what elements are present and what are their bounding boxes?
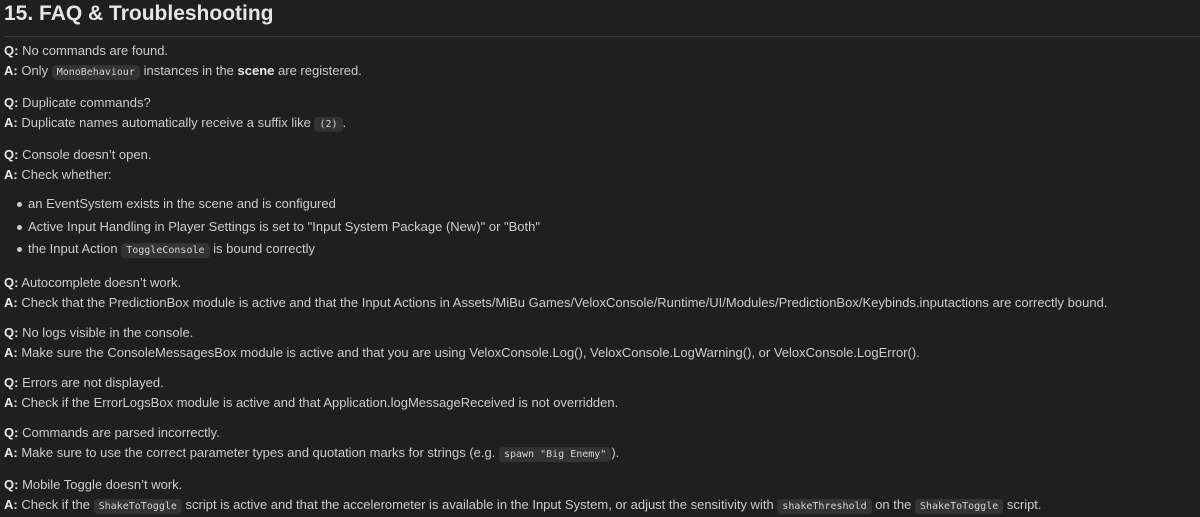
faq-item: Q: Commands are parsed incorrectly. A: M… [4,423,1200,465]
q-label: Q: [4,324,19,340]
faq-item: Q: Console doesn’t open. A: Check whethe… [4,145,1200,263]
faq-question: Q: No logs visible in the console. [4,323,1200,343]
q-label: Q: [4,374,19,390]
list-item: an EventSystem exists in the scene and i… [17,193,1200,216]
faq-item: Q: No logs visible in the console. A: Ma… [4,323,1200,363]
q-label: Q: [4,274,19,290]
faq-question: Q: No commands are found. [4,41,1200,61]
list-item-text: is bound correctly [209,241,316,256]
section-heading: 15. FAQ & Troubleshooting [4,0,1200,37]
q-label: Q: [4,95,19,110]
a-label: A: [4,496,18,512]
list-item-text: Active Input Handling in Player Settings… [28,218,540,234]
faq-question: Q: Errors are not displayed. [4,373,1200,393]
answer-emphasis: scene [237,63,275,78]
question-text: Errors are not displayed. [22,374,164,390]
a-label: A: [4,344,18,360]
bullet-icon [17,247,22,252]
faq-question: Q: Commands are parsed incorrectly. [4,423,1200,443]
inline-code: MonoBehaviour [51,65,140,80]
a-label: A: [4,63,18,78]
faq-item: Q: Mobile Toggle doesn’t work. A: Check … [4,475,1200,517]
answer-text: . [342,115,347,130]
faq-answer: A: Check whether: [4,165,1200,185]
faq-item: Q: Duplicate commands? A: Duplicate name… [4,93,1200,135]
answer-text: Only [21,63,52,78]
answer-text: Make sure the ConsoleMessagesBox module … [21,344,920,360]
faq-item: Q: Errors are not displayed. A: Check if… [4,373,1200,413]
answer-text: Make sure to use the correct parameter t… [21,444,499,460]
a-label: A: [4,167,18,182]
answer-text: are registered. [274,63,362,78]
faq-document: 15. FAQ & Troubleshooting Q: No commands… [0,0,1200,517]
faq-question: Q: Duplicate commands? [4,93,1200,113]
inline-code: (2) [314,117,343,132]
answer-text: ). [611,444,620,460]
faq-item: Q: Autocomplete doesn’t work. A: Check t… [4,273,1200,313]
q-label: Q: [4,424,19,440]
inline-code: ShakeToToggle [914,498,1004,514]
faq-list: Q: No commands are found. A: Only MonoBe… [4,41,1200,517]
list-item-text: an EventSystem exists in the scene and i… [28,196,336,211]
answer-text: Check whether: [21,167,112,182]
answer-text: script. [1003,496,1042,512]
question-text: Mobile Toggle doesn’t work. [22,476,183,492]
question-text: Commands are parsed incorrectly. [22,424,220,440]
q-label: Q: [4,147,19,162]
faq-question: Q: Console doesn’t open. [4,145,1200,165]
answer-text: Check if the ErrorLogsBox module is acti… [21,394,619,410]
question-text: Duplicate commands? [22,95,151,110]
faq-answer: A: Make sure the ConsoleMessagesBox modu… [4,343,1200,363]
checklist: an EventSystem exists in the scene and i… [4,193,1200,263]
faq-question: Q: Autocomplete doesn’t work. [4,273,1200,293]
faq-answer: A: Duplicate names automatically receive… [4,113,1200,135]
question-text: Autocomplete doesn’t work. [21,274,182,290]
faq-question: Q: Mobile Toggle doesn’t work. [4,475,1200,495]
answer-text: Check if the [21,496,94,512]
list-item-text: the Input Action [28,241,122,256]
bullet-icon [17,224,22,230]
inline-code: spawn "Big Enemy" [498,446,612,462]
question-text: No commands are found. [22,43,169,58]
a-label: A: [4,294,18,310]
list-item: the Input Action ToggleConsole is bound … [17,238,1200,263]
faq-item: Q: No commands are found. A: Only MonoBe… [4,41,1200,83]
answer-text: Check that the PredictionBox module is a… [21,294,1108,310]
faq-answer: A: Check if the ErrorLogsBox module is a… [4,393,1200,413]
inline-code: ShakeToToggle [93,498,182,514]
bullet-icon [17,202,22,207]
answer-text: on the [871,496,915,512]
a-label: A: [4,444,18,460]
question-text: Console doesn’t open. [22,147,152,162]
faq-answer: A: Make sure to use the correct paramete… [4,443,1200,465]
q-label: Q: [4,476,19,492]
answer-text: Duplicate names automatically receive a … [21,115,315,130]
a-label: A: [4,394,18,410]
faq-answer: A: Check that the PredictionBox module i… [4,293,1200,313]
answer-text: script is active and that the accelerome… [181,496,778,512]
faq-answer: A: Check if the ShakeToToggle script is … [4,495,1200,517]
faq-answer: A: Only MonoBehaviour instances in the s… [4,61,1200,83]
a-label: A: [4,115,18,130]
answer-text: instances in the [139,63,238,78]
question-text: No logs visible in the console. [22,324,194,340]
inline-code: shakeThreshold [777,498,872,514]
q-label: Q: [4,43,19,58]
list-item: Active Input Handling in Player Settings… [17,216,1200,239]
inline-code: ToggleConsole [121,243,210,258]
